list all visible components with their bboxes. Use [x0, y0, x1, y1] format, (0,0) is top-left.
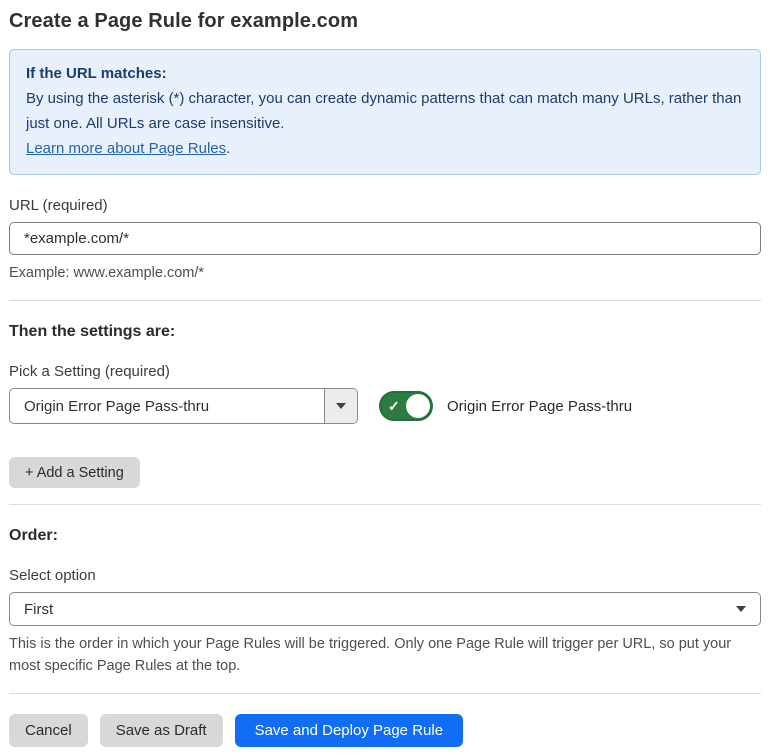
cancel-button[interactable]: Cancel [9, 714, 88, 747]
link-suffix: . [226, 140, 231, 157]
order-dropdown[interactable]: First [9, 592, 761, 626]
info-box-link-line: Learn more about Page Rules. [26, 136, 744, 161]
page-title: Create a Page Rule for example.com [9, 10, 359, 32]
order-select-label: Select option [9, 567, 96, 584]
settings-section-heading: Then the settings are: [9, 323, 176, 340]
url-match-info-box: If the URL matches: By using the asteris… [9, 49, 761, 175]
add-setting-button[interactable]: + Add a Setting [9, 457, 140, 488]
setting-dropdown[interactable]: Origin Error Page Pass-thru [9, 388, 358, 424]
caret-down-icon [336, 403, 346, 409]
save-draft-button[interactable]: Save as Draft [99, 714, 223, 747]
create-page-rule-form: Create a Page Rule for example.com If th… [0, 0, 770, 755]
order-helper-text: This is the order in which your Page Rul… [9, 636, 732, 674]
check-icon: ✓ [388, 398, 400, 414]
caret-down-icon [736, 606, 746, 612]
url-example-helper: Example: www.example.com/* [9, 265, 205, 281]
save-deploy-button[interactable]: Save and Deploy Page Rule [234, 714, 464, 747]
footer-actions: Cancel Save as Draft Save and Deploy Pag… [9, 714, 761, 747]
setting-dropdown-value: Origin Error Page Pass-thru [24, 397, 210, 415]
pick-setting-label: Pick a Setting (required) [9, 363, 170, 380]
order-section-heading: Order: [9, 527, 58, 544]
order-dropdown-value: First [24, 600, 54, 618]
info-box-body: By using the asterisk (*) character, you… [26, 90, 742, 132]
url-input[interactable] [9, 222, 761, 255]
setting-row: Origin Error Page Pass-thru ✓ Origin Err… [9, 388, 761, 424]
info-box-heading: If the URL matches: [26, 65, 167, 82]
divider [9, 693, 761, 694]
origin-error-toggle[interactable]: ✓ [379, 391, 433, 421]
toggle-knob [406, 394, 430, 418]
setting-toggle-wrap: ✓ Origin Error Page Pass-thru [379, 391, 632, 421]
url-field-label: URL (required) [9, 197, 108, 214]
setting-dropdown-button[interactable] [324, 389, 357, 423]
learn-more-link[interactable]: Learn more about Page Rules [26, 140, 226, 157]
divider [9, 300, 761, 301]
divider [9, 504, 761, 505]
toggle-label: Origin Error Page Pass-thru [447, 397, 633, 415]
